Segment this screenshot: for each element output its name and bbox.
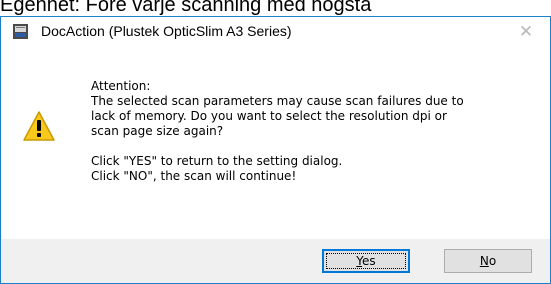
warning-icon xyxy=(23,111,55,141)
close-icon[interactable]: ✕ xyxy=(506,17,546,47)
button-bar: Yes No xyxy=(1,239,550,283)
title-bar[interactable]: DocAction (Plustek OpticSlim A3 Series) … xyxy=(1,17,550,47)
no-button-label: No xyxy=(480,254,496,268)
message-line: lack of memory. Do you want to select th… xyxy=(91,109,447,123)
dialog-content: Attention: The selected scan parameters … xyxy=(1,47,550,239)
message-dialog: DocAction (Plustek OpticSlim A3 Series) … xyxy=(0,16,551,284)
message-line: Click "NO", the scan will continue! xyxy=(91,169,297,183)
no-button[interactable]: No xyxy=(444,249,532,273)
window-title: DocAction (Plustek OpticSlim A3 Series) xyxy=(41,23,292,39)
yes-label-rest: es xyxy=(362,254,376,268)
message-text: Attention: The selected scan parameters … xyxy=(91,79,464,184)
message-line: scan page size again? xyxy=(91,124,224,138)
scanner-app-icon xyxy=(13,24,28,39)
yes-button-label: Yes xyxy=(356,254,375,268)
message-line: The selected scan parameters may cause s… xyxy=(91,94,464,108)
no-mnemonic: N xyxy=(479,254,489,268)
no-label-rest: o xyxy=(488,254,497,268)
message-line: Click "YES" to return to the setting dia… xyxy=(91,154,343,168)
yes-button[interactable]: Yes xyxy=(322,249,410,273)
background-document-text: Egenhet: Före varje scanning med högsta xyxy=(0,0,372,16)
message-line: Attention: xyxy=(91,79,151,93)
